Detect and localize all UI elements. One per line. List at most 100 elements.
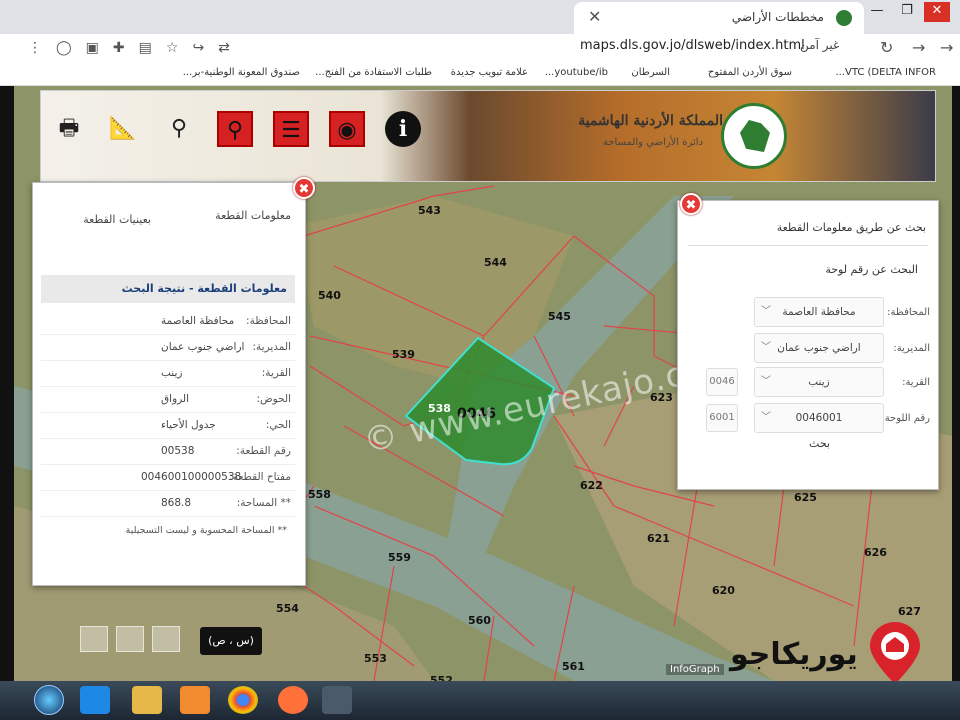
row-label: الحي:: [265, 419, 291, 431]
ie-icon[interactable]: [80, 686, 110, 714]
parcel-number[interactable]: 539: [392, 348, 415, 361]
info-row: الحوض: الرواق: [41, 387, 295, 413]
map-controls: [80, 626, 180, 652]
parcel-number[interactable]: 552: [430, 674, 453, 681]
sheet-number-select[interactable]: 0046001 ﹀: [754, 403, 884, 433]
row-label: القرية:: [261, 367, 291, 379]
zoom-reset-button[interactable]: [116, 626, 144, 652]
bookmark-star-icon[interactable]: ☆: [166, 40, 179, 56]
zoom-search-icon[interactable]: ⚲: [161, 111, 197, 147]
parcel-number[interactable]: 553: [364, 652, 387, 665]
firefox-icon[interactable]: [278, 686, 308, 714]
start-button[interactable]: [34, 685, 64, 715]
parcel-number[interactable]: 626: [864, 546, 887, 559]
parcel-number[interactable]: 544: [484, 256, 507, 269]
bookmark-item[interactable]: علامة تبويب جديدة: [451, 67, 528, 78]
report-icon[interactable]: ☰: [273, 111, 309, 147]
location-pin-icon[interactable]: ◉: [329, 111, 365, 147]
field-label: المحافظة:: [887, 307, 930, 318]
parcel-number[interactable]: 620: [712, 584, 735, 597]
department-title: دائرة الأراضي والمساحة: [603, 137, 703, 148]
coordinates-button[interactable]: (س ، ص): [200, 627, 262, 655]
info-row: مفتاح القطعة: 004600100000538: [41, 465, 295, 491]
row-value: 868.8: [161, 497, 192, 509]
info-row: المحافظة: محافظة العاصمة: [41, 309, 295, 335]
measure-icon[interactable]: 📐: [105, 111, 141, 147]
parcel-number[interactable]: 621: [647, 532, 670, 545]
reload-icon[interactable]: ↻: [880, 38, 893, 57]
printer-icon[interactable]: 🖶: [51, 111, 87, 147]
back-icon[interactable]: →: [940, 38, 953, 57]
field-label: رقم اللوحة:: [881, 413, 930, 424]
bookmark-item[interactable]: صندوق المعونة الوطنية-بر...: [183, 67, 300, 78]
info-row: ** المساحة: 868.8: [41, 491, 295, 517]
bookmark-item[interactable]: VTC (DELTA INFOR...: [835, 67, 936, 78]
zoom-in-button[interactable]: [152, 626, 180, 652]
tab-parcel-info[interactable]: معلومات القطعة: [215, 209, 291, 222]
share-icon[interactable]: ↪: [192, 40, 204, 56]
parcel-number[interactable]: 561: [562, 660, 585, 673]
parcel-number[interactable]: 560: [468, 614, 491, 627]
browser-tab[interactable]: مخططات الأراضي ✕: [574, 2, 864, 34]
bookmark-item[interactable]: طلبات الاستفادة من الفنج...: [315, 67, 432, 78]
directorate-select[interactable]: اراضي جنوب عمان ﹀: [754, 333, 884, 363]
site-header: 🖶 📐 ⚲ ⚲ ☰ ◉ i المملكة الأردنية الهاشمية …: [40, 90, 936, 182]
forward-icon[interactable]: →: [912, 38, 925, 57]
governorate-select[interactable]: محافظة العاصمة ﹀: [754, 297, 884, 327]
row-value: الرواق: [161, 393, 190, 405]
chevron-down-icon: ﹀: [761, 342, 771, 353]
parcel-number[interactable]: 540: [318, 289, 341, 302]
bookmark-item[interactable]: youtube/ib...: [545, 67, 608, 78]
extensions-icon[interactable]: ✚: [113, 40, 125, 56]
security-indicator[interactable]: غير آمن: [800, 38, 839, 52]
media-player-icon[interactable]: [180, 686, 210, 714]
info-row: رقم القطعة: 00538: [41, 439, 295, 465]
search-button[interactable]: بحث: [809, 437, 830, 450]
parcel-number[interactable]: 545: [548, 310, 571, 323]
brand-name: يوريكاجو: [730, 636, 858, 672]
zoom-out-button[interactable]: [80, 626, 108, 652]
app-icon[interactable]: [322, 686, 352, 714]
info-row: القرية: زينب: [41, 361, 295, 387]
parcel-number[interactable]: 543: [418, 204, 441, 217]
village-code: 0046: [706, 368, 738, 396]
translate-icon[interactable]: ⇄: [218, 40, 230, 56]
select-value: 0046001: [795, 412, 843, 424]
folder-icon[interactable]: [132, 686, 162, 714]
village-select[interactable]: زينب ﹀: [754, 367, 884, 397]
windows-taskbar: [0, 681, 960, 720]
menu-dots-icon[interactable]: ⋮: [28, 40, 42, 56]
close-icon[interactable]: ✖: [680, 193, 702, 215]
minimize-icon[interactable]: —: [864, 2, 890, 22]
sidebar-icon[interactable]: ▣: [86, 40, 99, 56]
row-value: اراضي جنوب عمان: [161, 341, 245, 353]
info-row: الحي: جدول الأحياء: [41, 413, 295, 439]
brand-pin-icon: [869, 622, 920, 681]
close-icon[interactable]: ✖: [293, 177, 315, 199]
bookmark-item[interactable]: سوق الأردن المفتوح: [708, 67, 792, 78]
tab-parcel-samples[interactable]: بعينيات القطعة: [83, 213, 151, 226]
parcel-number[interactable]: 625: [794, 491, 817, 504]
cast-icon[interactable]: ▤: [139, 40, 152, 56]
chrome-icon[interactable]: [228, 686, 258, 714]
divider: [688, 245, 928, 246]
search-icon[interactable]: ⚲: [217, 111, 253, 147]
parcel-number[interactable]: 622: [580, 479, 603, 492]
chevron-down-icon: ﹀: [761, 412, 771, 423]
profile-icon[interactable]: ◯: [56, 40, 72, 56]
bookmark-item[interactable]: السرطان: [631, 67, 670, 78]
parcel-number[interactable]: 627: [898, 605, 921, 618]
parcel-number[interactable]: 558: [308, 488, 331, 501]
parcel-number[interactable]: 554: [276, 602, 299, 615]
dls-logo: [721, 103, 787, 169]
maximize-icon[interactable]: ❐: [894, 2, 920, 22]
tab-close-icon[interactable]: ✕: [588, 7, 601, 26]
info-icon[interactable]: i: [385, 111, 421, 147]
parcel-number[interactable]: 559: [388, 551, 411, 564]
row-label: الحوض:: [256, 393, 291, 405]
address-bar[interactable]: maps.dls.gov.jo/dlsweb/index.html: [580, 38, 805, 53]
bookmarks-bar: VTC (DELTA INFOR... سوق الأردن المفتوح ا…: [0, 62, 960, 86]
window-close-icon[interactable]: ✕: [924, 2, 950, 22]
extension-icons: ⋮ ◯ ▣ ✚ ▤ ☆ ↪ ⇄: [28, 40, 230, 56]
sheet-code: 6001: [706, 404, 738, 432]
